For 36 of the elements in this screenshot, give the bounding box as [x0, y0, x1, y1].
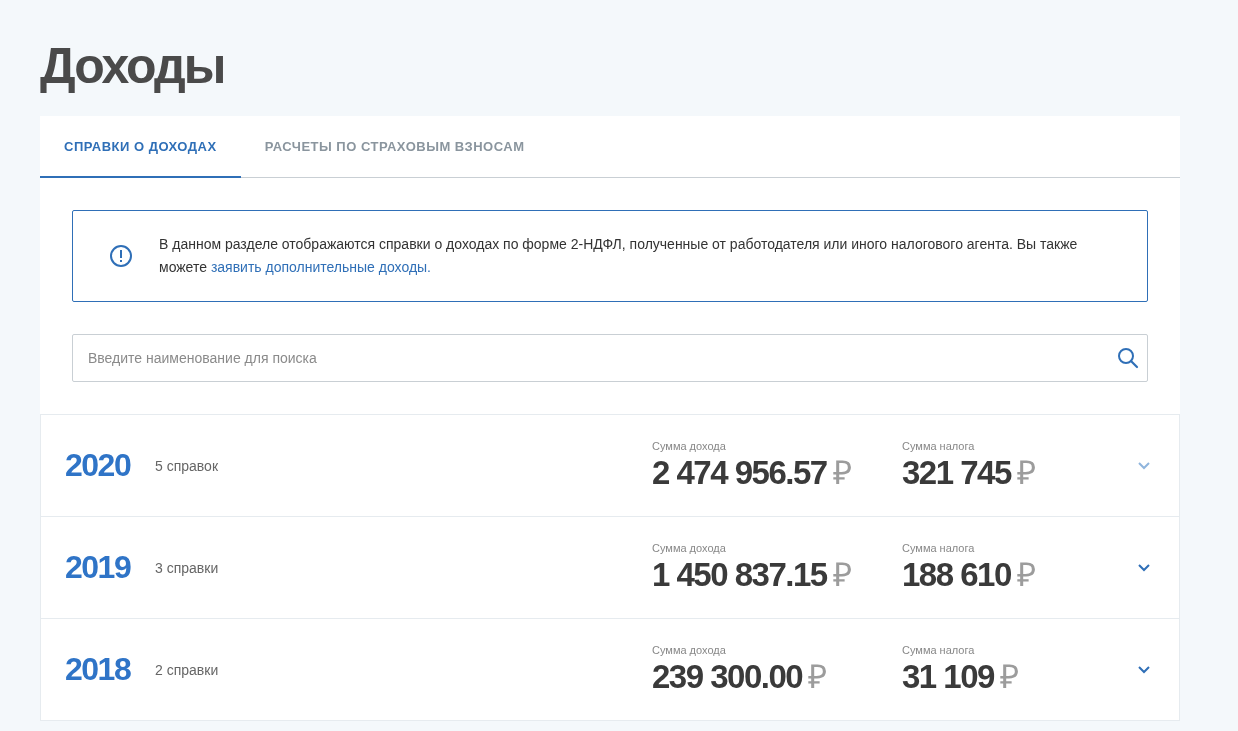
currency-sign: ₽	[1016, 555, 1036, 593]
tax-label: Сумма налога	[902, 643, 976, 656]
tax-amount: 188 610	[902, 555, 1011, 593]
year-label: 2018	[65, 651, 132, 688]
tax-label: Сумма налога	[902, 541, 976, 554]
tax-amount: 321 745	[902, 453, 1011, 491]
year-row[interactable]: 2018 2 справки Сумма дохода 239 300.00 ₽ Сумма налога 31 109 ₽	[40, 619, 1180, 721]
income-amount: 1 450 837.15	[652, 555, 827, 593]
chevron-down-icon[interactable]	[1137, 664, 1151, 675]
search-field[interactable]: Введите наименование для поиска	[72, 334, 1148, 382]
year-row[interactable]: 2020 5 справок Сумма дохода 2 474 956.57 ₽ Сумма налога 321 745 ₽	[40, 414, 1180, 517]
income-label: Сумма дохода	[652, 541, 727, 554]
income-label: Сумма дохода	[652, 643, 727, 656]
currency-sign: ₽	[832, 453, 852, 491]
tax-amount: 31 109	[902, 657, 994, 695]
currency-sign: ₽	[808, 657, 828, 695]
currency-sign: ₽	[999, 657, 1019, 695]
year-label: 2019	[65, 549, 132, 586]
currency-sign: ₽	[832, 555, 852, 593]
tax-label: Сумма налога	[902, 439, 976, 452]
year-label: 2020	[65, 447, 132, 484]
notice-text: В данном разделе отображаются справки о доходах по форме 2-НДФЛ, полученные от работодателя или иного налогового агента. Вы также можете заявить дополнительные доходы.	[159, 235, 1079, 277]
page-title: Доходы	[40, 37, 226, 96]
income-amount: 239 300.00	[652, 657, 803, 695]
chevron-down-icon[interactable]	[1137, 562, 1151, 573]
income-label: Сумма дохода	[652, 439, 727, 452]
declare-income-link[interactable]: заявить дополнительные доходы.	[210, 259, 431, 275]
tab[interactable]: СПРАВКИ О ДОХОДАХ	[40, 116, 241, 178]
search-icon[interactable]	[1117, 347, 1139, 369]
income-amount: 2 474 956.57	[652, 453, 827, 491]
certificate-count: 5 справок	[155, 457, 220, 474]
year-row[interactable]: 2019 3 справки Сумма дохода 1 450 837.15 ₽ Сумма налога 188 610 ₽	[40, 517, 1180, 619]
certificate-count: 3 справки	[155, 559, 220, 576]
certificate-count: 2 справки	[155, 661, 220, 678]
info-icon	[109, 244, 133, 268]
currency-sign: ₽	[1016, 453, 1036, 491]
